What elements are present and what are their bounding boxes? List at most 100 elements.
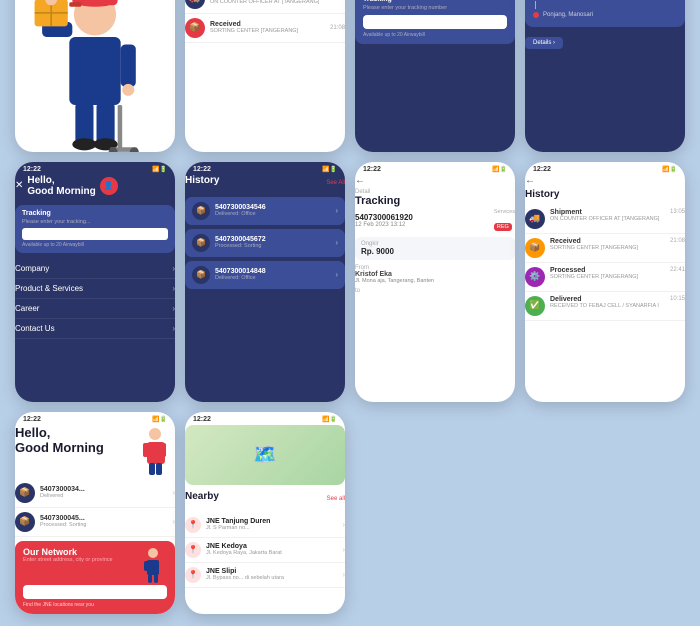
hist-dark-arrow-3: › (335, 270, 338, 279)
hist-arrow-7-1: › (172, 488, 175, 497)
to-city: Ponjang, Manosari (543, 12, 593, 18)
from-row: From Kristof Eka Jl. Mona aja, Tangerang… (355, 264, 515, 284)
package-content: Package Item Handphone Weight 1 kg Histo… (185, 0, 345, 43)
hist-dark-item-1[interactable]: 📦 5407300034546 Delivered: Office › (185, 197, 345, 225)
sender-name: Kristof Eka (355, 271, 515, 278)
nearby-item-3[interactable]: 📍 JNE Slipi Jl. Bypass no... di sebelah … (185, 563, 345, 588)
hist-dark-icon-2: 📦 (192, 234, 210, 252)
hist-dark-num-3: 5407300014848 (215, 268, 330, 275)
phone-jne-splash: 12:22 📶 🔋 JNE CONNECTING EXPRESS (15, 0, 175, 152)
tracking-hello-content: Hello, Good Morning Tracking Pleas (355, 0, 515, 49)
services-badge: REG (494, 223, 512, 231)
menu-track-avail: Available up to 20 Airwaybill (22, 242, 168, 248)
hist-full-icon-3: ⚙️ (525, 267, 545, 287)
icons-8: 📶🔋 (322, 416, 337, 423)
status-bar-10: 12:22 📶🔋 (525, 162, 685, 175)
back-button[interactable]: ← (355, 175, 515, 186)
history-dark-title: History (185, 175, 219, 186)
phone-history-dark: 12:22 📶🔋 History See All 📦 5407300034546… (185, 162, 345, 402)
see-all-link[interactable]: See All (326, 180, 345, 186)
pin-icon-2: 📍 (185, 542, 201, 558)
back-button-10[interactable]: ← (525, 175, 685, 186)
tracking-number-input[interactable] (363, 15, 507, 29)
time-7: 12:22 (23, 416, 41, 423)
phone-nearby: 12:22 📶🔋 🗺️ Nearby See all 📍 JNE Tanjung… (185, 412, 345, 614)
hist-full-text-3: Processed SORTING CENTER [TANGERANG] (550, 267, 665, 280)
hist-icon-7-2: 📦 (15, 512, 35, 532)
to-route: Ponjang, Manosari (533, 12, 677, 18)
icons-6: 📶🔋 (492, 166, 507, 173)
nearby-text-3: JNE Slipi Jl. Bypass no... di sebelah ut… (206, 568, 337, 581)
route-card: Tangerang, Banten Ponjang, Manosari (525, 0, 685, 27)
icons-5: 📶🔋 (322, 166, 337, 173)
hist-full-icon-2: 📦 (525, 238, 545, 258)
nearby-item-1[interactable]: 📍 JNE Tanjung Duren Jl. S Parman no... › (185, 513, 345, 538)
menu-career-label: Career (15, 304, 39, 313)
details-button-9[interactable]: Details › (525, 37, 563, 49)
hist-dark-item-2[interactable]: 📦 5407300045672 Processed: Sorting › (185, 229, 345, 257)
shipment-icon: 🚚 (185, 0, 205, 9)
map-placeholder: 🗺️ (185, 425, 345, 485)
good-morning-7: Good Morning (15, 440, 104, 455)
hist-dark-sub-2: Processed: Sorting (215, 243, 330, 249)
close-icon[interactable]: ✕ (15, 180, 23, 191)
chevron-products: › (172, 284, 175, 293)
sidebar-content: ✕ Hello, Good Morning 👤 Tracking Please … (15, 175, 175, 339)
status-bar-4: 12:22 📶🔋 (15, 162, 175, 175)
tracking-available: Available up to 20 Airwaybill (363, 32, 507, 38)
delivery-man-illustration (27, 0, 163, 152)
phone-tracking-detail: 12:22 📶🔋 ← Detail Tracking 5407300061920… (355, 162, 515, 402)
hist-full-time-4: 10:15 (670, 296, 685, 302)
network-card: Our Network Enter street address, city o… (15, 541, 175, 614)
menu-item-contact[interactable]: Contact Us › (15, 319, 175, 339)
hist-dark-text-1: 5407300034546 Delivered: Office (215, 204, 330, 217)
hist-full-icon-4: ✅ (525, 296, 545, 316)
time-6: 12:22 (363, 166, 381, 173)
tracking-date: 12 Feb 2023 13:12 (355, 222, 413, 228)
phone-hello-network: 12:22 📶🔋 Hello, Good Morning (15, 412, 175, 614)
nearby-see-all[interactable]: See all (327, 496, 345, 502)
chevron-company: › (172, 264, 175, 273)
nearby-arrow-2: › (342, 545, 345, 554)
hist-full-title-3: Processed (550, 267, 665, 274)
history-item-2: 📦 Received SORTING CENTER [TANGERANG] 21… (185, 14, 345, 43)
nearby-arrow-3: › (342, 570, 345, 579)
hist-dark-item-3[interactable]: 📦 5407300014848 Delivered: Office › (185, 261, 345, 289)
hist-full-text-4: Delivered RECEIVED TO FEBAJ CELL / SYANA… (550, 296, 665, 309)
icons-10: 📶🔋 (662, 166, 677, 173)
to-row: to (355, 287, 515, 294)
nearby-addr-1: Jl. S Parman no... (206, 525, 337, 531)
nearby-item-2[interactable]: 📍 JNE Kedoya Jl. Kedoya Raya, Jakarta Ba… (185, 538, 345, 563)
icons-4: 📶🔋 (152, 166, 167, 173)
history-dark-content: History See All 📦 5407300034546 Delivere… (185, 175, 345, 293)
hist-full-time-2: 21:08 (670, 238, 685, 244)
time-5: 12:22 (193, 166, 211, 173)
history-item-1: 🚚 Shipment ON COUNTER OFFICER AT [TANGER… (185, 0, 345, 14)
time-4: 12:22 (23, 166, 41, 173)
menu-item-career[interactable]: Career › (15, 299, 175, 319)
ongkir-row: Ongkir Rp. 9000 (355, 237, 515, 260)
network-title: Our Network (23, 547, 113, 557)
nearby-name-3: JNE Slipi (206, 568, 337, 575)
menu-track-sub: Please enter your tracking... (22, 219, 168, 225)
nearby-content: 🗺️ Nearby See all 📍 JNE Tanjung Duren Jl… (185, 425, 345, 588)
tracking-input-card: Tracking Please enter your tracking numb… (355, 0, 515, 44)
hist-full-title-2: Received (550, 238, 665, 245)
hist-full-title-4: Delivered (550, 296, 665, 303)
nearby-name-2: JNE Kedoya (206, 543, 337, 550)
menu-item-products[interactable]: Product & Services › (15, 279, 175, 299)
network-search-input[interactable] (23, 585, 167, 599)
nearby-addr-2: Jl. Kedoya Raya, Jakarta Barat (206, 550, 337, 556)
status-bar-8: 12:22 📶🔋 (185, 412, 345, 425)
menu-track-input[interactable] (22, 228, 168, 240)
menu-item-company[interactable]: Company › (15, 259, 175, 279)
hist-dark-text-2: 5407300045672 Processed: Sorting (215, 236, 330, 249)
hist-full-text-2: Received SORTING CENTER [TANGERANG] (550, 238, 665, 251)
shipment-sub: ON COUNTER OFFICER AT [TANGERANG] (210, 0, 325, 5)
mini-man-7 (135, 425, 175, 480)
hist-icon-7-1: 📦 (15, 483, 35, 503)
icons-7: 📶🔋 (152, 416, 167, 423)
menu-header: ✕ Hello, Good Morning 👤 (15, 175, 175, 197)
hist-text-7-2: 5407300045... Processed: Sorting (40, 515, 167, 528)
services-label: Services (494, 209, 515, 215)
